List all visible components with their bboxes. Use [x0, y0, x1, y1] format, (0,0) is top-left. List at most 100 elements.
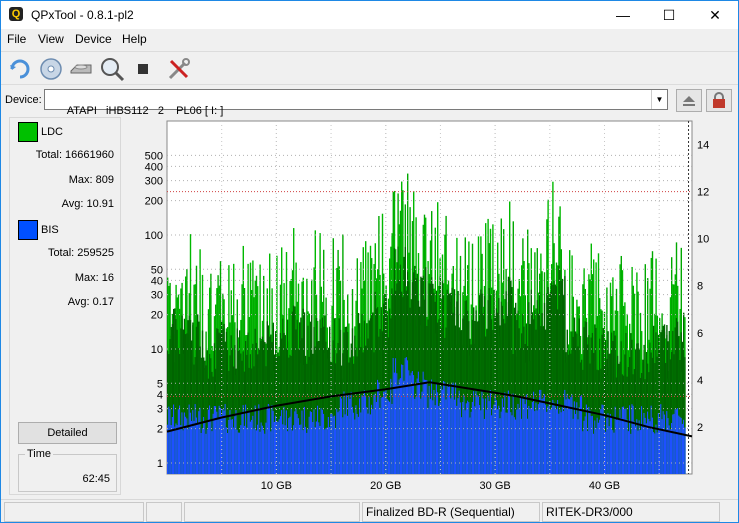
bis-column	[584, 416, 586, 474]
bis-column	[405, 357, 408, 474]
bis-column	[333, 415, 336, 474]
bis-column	[194, 404, 196, 474]
bis-column	[679, 416, 681, 474]
bis-column	[179, 405, 181, 474]
lock-button[interactable]	[706, 89, 732, 112]
menu-device[interactable]: Device	[75, 32, 112, 46]
bis-column	[253, 428, 255, 474]
bis-column	[543, 394, 546, 474]
menu-help[interactable]: Help	[122, 32, 147, 46]
bis-column	[283, 406, 285, 474]
bis-column	[300, 424, 302, 474]
bis-column	[211, 431, 213, 474]
close-button[interactable]: ✕	[692, 1, 738, 29]
bis-column	[534, 411, 536, 474]
bis-column	[243, 425, 246, 474]
window-title: QPxTool - 0.8.1-pl2	[31, 8, 134, 22]
bis-column	[511, 415, 513, 474]
bis-column	[249, 421, 252, 474]
bis-column	[361, 395, 363, 474]
ldc-avg: Avg: 10.91	[61, 198, 114, 210]
y-left-tick-label: 300	[145, 176, 163, 188]
bis-column	[524, 404, 526, 474]
bis-column	[349, 398, 351, 474]
bis-column	[573, 401, 576, 474]
bis-column	[182, 430, 184, 474]
detailed-button[interactable]: Detailed	[18, 422, 117, 444]
eject-button[interactable]	[676, 89, 702, 112]
bis-column	[438, 406, 440, 474]
disc-button[interactable]	[37, 55, 65, 83]
bis-column	[518, 408, 520, 474]
bis-column	[637, 430, 639, 474]
drive-button[interactable]	[67, 55, 95, 83]
bis-column	[506, 412, 508, 474]
bis-column	[536, 410, 538, 474]
bis-column	[552, 399, 554, 474]
menu-view[interactable]: View	[38, 32, 64, 46]
minimize-button[interactable]: —	[600, 1, 646, 29]
bis-column	[445, 399, 447, 474]
bis-column	[228, 419, 230, 474]
bis-column	[531, 402, 534, 474]
bis-column	[401, 364, 403, 474]
bis-column	[305, 426, 307, 474]
stop-button[interactable]	[129, 55, 157, 83]
y-right-tick-label: 6	[697, 328, 703, 340]
bis-column	[492, 408, 494, 474]
bis-column	[357, 416, 360, 474]
bis-column	[297, 418, 300, 474]
bis-column	[571, 394, 573, 474]
bis-column	[609, 413, 612, 474]
bis-column	[339, 396, 342, 474]
bis-column	[493, 404, 495, 474]
bis-column	[429, 398, 432, 474]
bis-column	[307, 429, 309, 474]
bis-column	[480, 410, 482, 474]
scan-button[interactable]	[98, 55, 126, 83]
bis-column	[252, 415, 254, 474]
bis-column	[309, 411, 312, 474]
bis-column	[356, 413, 358, 474]
bis-column	[516, 409, 518, 474]
menu-file[interactable]: File	[7, 32, 26, 46]
bis-column	[505, 412, 507, 474]
bis-column	[474, 406, 476, 474]
bis-column	[195, 417, 198, 474]
bis-column	[365, 395, 367, 474]
bis-column	[397, 384, 399, 474]
bis-column	[197, 423, 199, 474]
bis-column	[337, 412, 339, 474]
time-value: 62:45	[82, 473, 110, 485]
bis-column	[530, 408, 532, 474]
bis-column	[355, 405, 357, 474]
device-select[interactable]: ATAPI iHBS112 2 PL06 [ I: ] ▼	[44, 89, 668, 117]
bis-column	[313, 409, 315, 474]
bis-column	[306, 432, 308, 474]
bis-column	[494, 395, 496, 474]
bis-column	[623, 406, 625, 474]
x-tick-label: 20 GB	[370, 480, 401, 492]
bis-column	[261, 425, 264, 474]
bis-column	[497, 409, 499, 474]
bis-column	[380, 397, 382, 474]
tools-button[interactable]	[165, 55, 193, 83]
chevron-down-icon[interactable]: ▼	[651, 90, 667, 109]
bis-column	[441, 389, 444, 474]
bis-column	[515, 419, 517, 474]
device-bar: Device: ATAPI iHBS112 2 PL06 [ I: ] ▼	[1, 87, 738, 117]
bis-column	[680, 417, 682, 474]
y-left-tick-label: 500	[145, 150, 163, 162]
ldc-total: Total: 16661960	[35, 149, 114, 161]
bis-column	[437, 392, 439, 474]
maximize-button[interactable]: ☐	[646, 1, 692, 29]
stop-icon	[138, 64, 148, 74]
bis-column	[651, 417, 654, 474]
x-tick-label: 40 GB	[589, 480, 620, 492]
bis-column	[229, 410, 231, 474]
bis-column	[469, 417, 471, 474]
bis-column	[271, 405, 273, 474]
bis-column	[486, 409, 488, 474]
refresh-button[interactable]	[6, 55, 34, 83]
bis-column	[293, 425, 295, 474]
